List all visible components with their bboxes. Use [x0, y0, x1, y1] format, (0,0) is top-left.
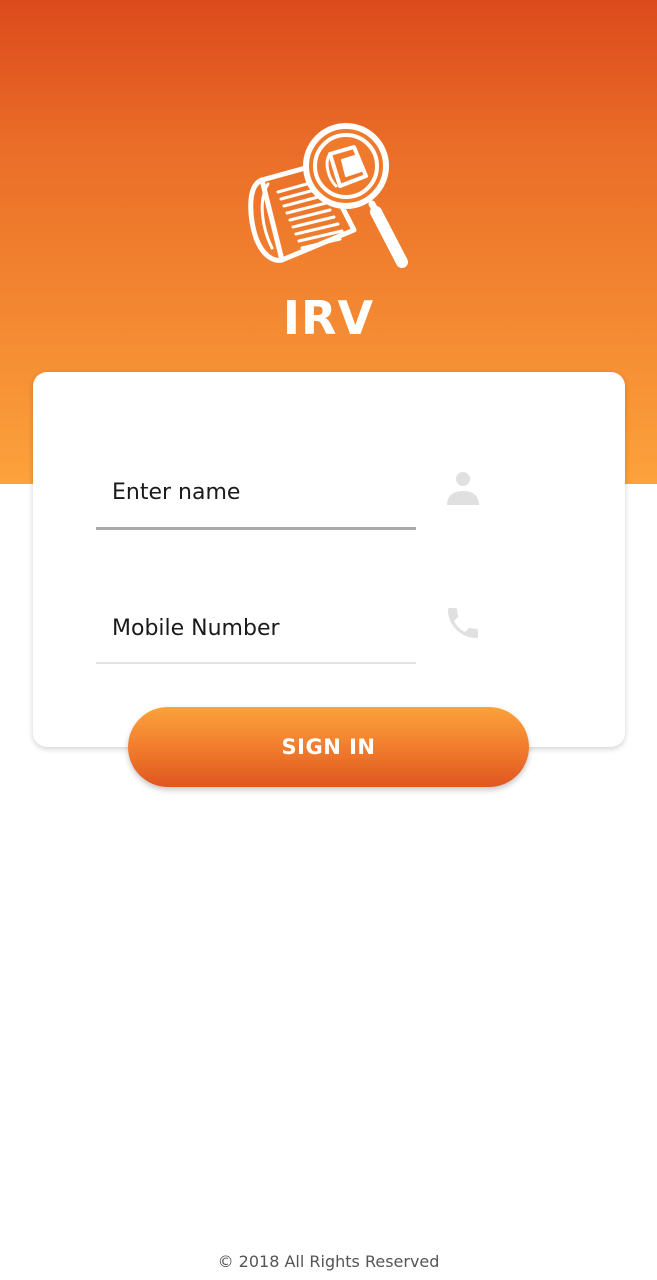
mobile-input-underline — [96, 662, 416, 664]
login-card — [33, 372, 625, 747]
name-input-underline — [96, 527, 416, 530]
person-icon — [447, 472, 479, 505]
name-input[interactable] — [96, 472, 416, 512]
copyright-footer: © 2018 All Rights Reserved — [217, 1252, 440, 1271]
mobile-number-input[interactable] — [96, 608, 416, 648]
app-title: IRV — [282, 291, 375, 345]
sign-in-button[interactable]: SIGN IN — [128, 707, 529, 787]
phone-icon — [448, 608, 478, 638]
newspaper-magnifier-icon — [248, 123, 408, 268]
